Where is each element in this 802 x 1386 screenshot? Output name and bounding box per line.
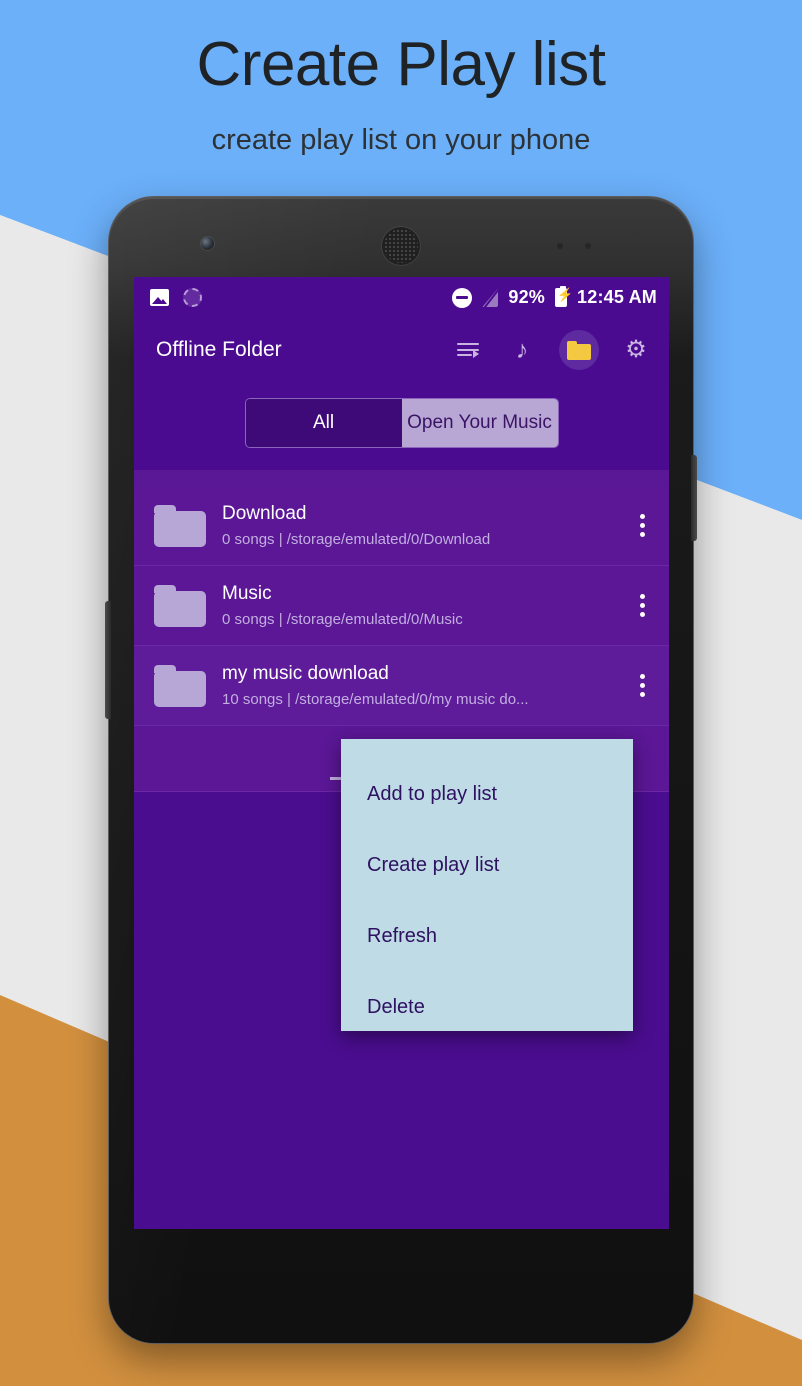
overflow-menu-button[interactable] xyxy=(625,504,659,548)
folder-name: my music download xyxy=(222,663,389,684)
do-not-disturb-icon xyxy=(452,287,473,308)
table-row[interactable]: Download 0 songs | /storage/emulated/0/D… xyxy=(134,486,669,566)
toolbar-actions: ♪ ⚙ xyxy=(451,330,653,370)
status-bar-right: 92% 12:45 AM xyxy=(452,286,657,308)
folder-icon xyxy=(154,664,206,707)
sync-icon xyxy=(183,288,202,307)
promo-stage: Create Play list create play list on you… xyxy=(0,0,802,1386)
app-title: Offline Folder xyxy=(156,338,282,361)
status-bar-clock: 12:45 AM xyxy=(577,287,657,307)
folder-info: my music download 10 songs | /storage/em… xyxy=(222,663,625,708)
front-camera-icon xyxy=(201,237,214,250)
folders-button[interactable] xyxy=(559,330,599,370)
photo-icon xyxy=(150,289,169,306)
folder-info: Music 0 songs | /storage/emulated/0/Musi… xyxy=(222,583,625,628)
tab-bar: All Open Your Music xyxy=(134,382,669,470)
status-bar: 92% 12:45 AM xyxy=(134,277,669,318)
menu-item-add-to-play-list[interactable]: Add to play list xyxy=(367,759,633,830)
folder-icon xyxy=(154,504,206,547)
music-note-icon: ♪ xyxy=(515,335,529,364)
table-row[interactable]: Music 0 songs | /storage/emulated/0/Musi… xyxy=(134,566,669,646)
proximity-sensor-icon xyxy=(557,243,563,249)
folder-info: Download 0 songs | /storage/emulated/0/D… xyxy=(222,503,625,548)
folder-name: Music xyxy=(222,583,272,604)
overflow-menu-button[interactable] xyxy=(625,584,659,628)
folder-meta: 0 songs | /storage/emulated/0/Download xyxy=(222,531,491,548)
folder-meta: 0 songs | /storage/emulated/0/Music xyxy=(222,611,463,628)
signal-off-icon xyxy=(482,288,498,307)
queue-icon xyxy=(457,342,479,358)
settings-button[interactable]: ⚙ xyxy=(619,333,653,367)
folder-icon xyxy=(567,340,591,360)
folder-name: Download xyxy=(222,503,307,524)
volume-button[interactable] xyxy=(105,601,111,719)
power-button[interactable] xyxy=(691,455,697,541)
phone-mockup: 92% 12:45 AM Offline Folder ♪ xyxy=(105,196,697,1344)
folder-meta: 10 songs | /storage/emulated/0/my music … xyxy=(222,691,529,708)
earpiece-speaker-icon xyxy=(382,227,420,265)
menu-item-delete[interactable]: Delete xyxy=(367,972,633,1043)
list-top-band xyxy=(134,470,669,486)
page-subtitle: create play list on your phone xyxy=(211,124,591,156)
songs-button[interactable]: ♪ xyxy=(505,333,539,367)
light-sensor-icon xyxy=(585,243,591,249)
tab-all[interactable]: All xyxy=(245,399,402,447)
queue-button[interactable] xyxy=(451,333,485,367)
folder-icon xyxy=(154,584,206,627)
battery-percent: 92% xyxy=(508,287,546,307)
overflow-menu-button[interactable] xyxy=(625,664,659,708)
tab-open-your-music[interactable]: Open Your Music xyxy=(401,399,558,447)
phone-screen: 92% 12:45 AM Offline Folder ♪ xyxy=(134,277,669,1229)
segmented-control: All Open Your Music xyxy=(244,398,559,448)
table-row[interactable]: my music download 10 songs | /storage/em… xyxy=(134,646,669,726)
menu-item-create-play-list[interactable]: Create play list xyxy=(367,830,633,901)
gear-icon: ⚙ xyxy=(625,336,647,363)
context-menu: Add to play list Create play list Refres… xyxy=(341,739,633,1031)
status-bar-left xyxy=(150,288,202,307)
battery-charging-icon xyxy=(555,286,573,307)
page-title: Create Play list xyxy=(196,30,606,99)
menu-item-refresh[interactable]: Refresh xyxy=(367,901,633,972)
app-toolbar: Offline Folder ♪ ⚙ xyxy=(134,318,669,382)
